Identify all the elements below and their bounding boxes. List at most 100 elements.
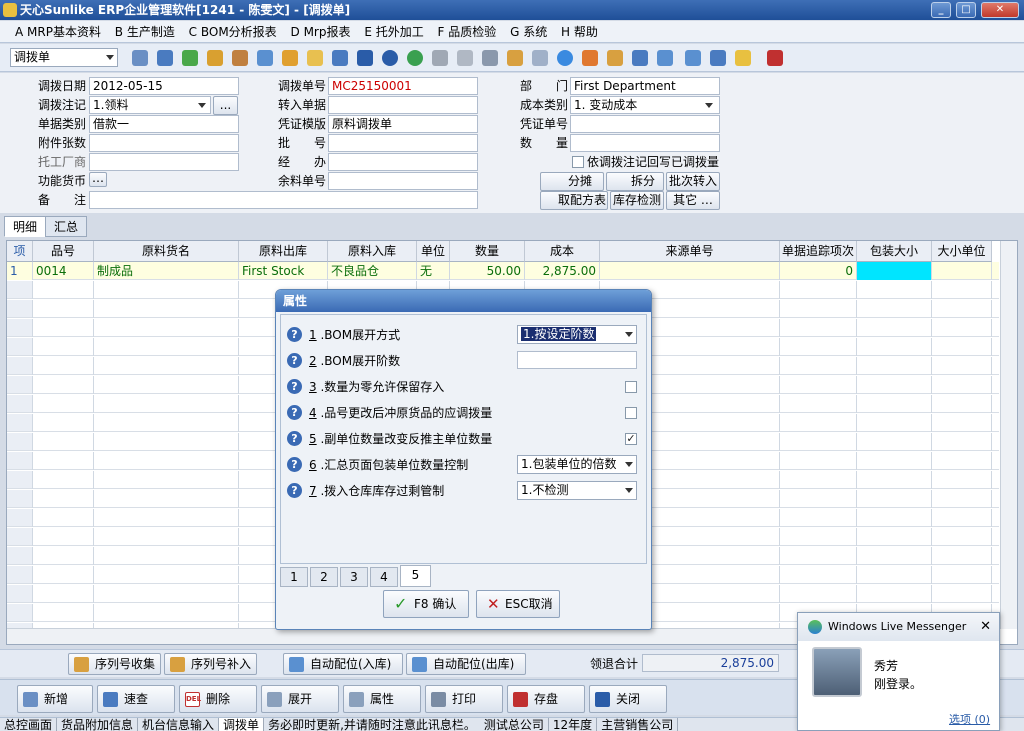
row-index-cell[interactable] (7, 433, 33, 451)
posting-browse-button[interactable]: ... (213, 96, 238, 115)
handler-field[interactable] (328, 153, 478, 171)
hierarchy-icon[interactable] (607, 50, 623, 66)
save-icon[interactable] (710, 50, 726, 66)
menu-system[interactable]: G 系统 (505, 21, 552, 43)
properties-button[interactable]: 属性 (343, 685, 421, 713)
posting-select[interactable]: 1.领料 (89, 96, 211, 114)
close-window-button[interactable]: ✕ (981, 2, 1019, 18)
confirm-button[interactable]: ✓ F8 确认 (383, 590, 469, 618)
voucher-no-field[interactable] (570, 115, 720, 133)
grid-icon[interactable] (482, 50, 498, 66)
help-icon[interactable] (382, 50, 398, 66)
cell-size-unit[interactable] (932, 262, 992, 280)
package-unit-control-select[interactable]: 1.包装单位的倍数 (517, 455, 637, 474)
menu-bom-report[interactable]: C BOM分析报表 (184, 21, 282, 43)
col-header-size-unit[interactable]: 大小单位 (932, 241, 992, 262)
row-index-cell[interactable] (7, 338, 33, 356)
col-header-out-warehouse[interactable]: 原料出库 (239, 241, 328, 262)
menu-mrp-basic[interactable]: A MRP基本资料 (10, 21, 106, 43)
status-machine-input[interactable]: 机台信息输入 (138, 718, 220, 731)
quantity-field[interactable] (570, 134, 720, 152)
other-button[interactable]: 其它 … (666, 191, 720, 210)
processor-field[interactable] (89, 153, 239, 171)
row-index-cell[interactable] (7, 357, 33, 375)
row-index-cell[interactable] (7, 300, 33, 318)
row-index-cell[interactable] (7, 281, 33, 299)
row-index-cell[interactable] (7, 547, 33, 565)
row-index-cell[interactable] (7, 376, 33, 394)
batch-field[interactable] (328, 134, 478, 152)
table-row[interactable]: 1 0014 制成品 First Stock 不良品仓 无 50.00 2,87… (7, 262, 999, 280)
flag-icon[interactable] (582, 50, 598, 66)
menu-quality[interactable]: F 品质检验 (433, 21, 502, 43)
batch-in-button[interactable]: 批次转入 (666, 172, 720, 191)
cell-quantity[interactable]: 50.00 (450, 262, 525, 280)
status-current-doc[interactable]: 调拨单 (219, 718, 265, 731)
house-icon[interactable] (257, 50, 273, 66)
dialog-page-5[interactable]: 5 (400, 565, 431, 587)
row-index-cell[interactable] (7, 395, 33, 413)
doc-category-field[interactable]: 借款一 (89, 115, 239, 133)
row-index-cell[interactable] (7, 528, 33, 546)
transfer-in-doc-field[interactable] (328, 96, 478, 114)
tab-summary[interactable]: 汇总 (45, 216, 88, 237)
cell-index[interactable]: 1 (7, 262, 33, 280)
vertical-scrollbar[interactable] (1000, 241, 1017, 629)
doc-type-select[interactable]: 调拨单 (10, 48, 118, 67)
row-index-cell[interactable] (7, 566, 33, 584)
dialog-page-3[interactable]: 3 (340, 567, 368, 587)
save-button[interactable]: 存盘 (507, 685, 585, 713)
monitor-icon[interactable] (157, 50, 173, 66)
col-header-material-name[interactable]: 原料货名 (94, 241, 239, 262)
cell-item-no[interactable]: 0014 (33, 262, 94, 280)
row-index-cell[interactable] (7, 604, 33, 622)
report-icon[interactable] (457, 50, 473, 66)
dollar-icon[interactable] (407, 50, 423, 66)
serial-collect-button[interactable]: 序列号收集 (68, 653, 161, 675)
status-item-info[interactable]: 货品附加信息 (57, 718, 139, 731)
users-icon[interactable] (282, 50, 298, 66)
cell-out-warehouse[interactable]: First Stock (239, 262, 328, 280)
window-icon[interactable] (685, 50, 701, 66)
row-index-cell[interactable] (7, 414, 33, 432)
phone-icon[interactable] (182, 50, 198, 66)
currency-browse-button[interactable]: … (89, 172, 107, 187)
briefcase-icon[interactable] (232, 50, 248, 66)
tab-detail[interactable]: 明细 (4, 216, 47, 237)
cell-package-size[interactable] (857, 262, 932, 280)
zero-qty-checkbox[interactable] (625, 381, 637, 393)
menu-production[interactable]: B 生产制造 (110, 21, 180, 43)
col-header-item-no[interactable]: 品号 (33, 241, 94, 262)
row-index-cell[interactable] (7, 319, 33, 337)
col-header-cost[interactable]: 成本 (525, 241, 600, 262)
options-link[interactable]: 选项 (0) (949, 711, 990, 727)
cell-material-name[interactable]: 制成品 (94, 262, 239, 280)
voucher-template-field[interactable]: 原料调拨单 (328, 115, 478, 133)
date-field[interactable]: 2012-05-15 (89, 77, 239, 95)
doc-no-field[interactable]: MC25150001 (328, 77, 478, 95)
tool-icon-1[interactable] (132, 50, 148, 66)
cost-type-select[interactable]: 1. 变动成本 (570, 96, 720, 114)
row-index-cell[interactable] (7, 452, 33, 470)
print-button[interactable]: 打印 (425, 685, 503, 713)
col-header-unit[interactable]: 单位 (417, 241, 450, 262)
dialog-page-4[interactable]: 4 (370, 567, 398, 587)
row-index-cell[interactable] (7, 490, 33, 508)
box-icon[interactable] (507, 50, 523, 66)
cell-in-warehouse[interactable]: 不良品仓 (328, 262, 417, 280)
copy-icon[interactable] (532, 50, 548, 66)
attachments-field[interactable] (89, 134, 239, 152)
status-main-menu[interactable]: 总控画面 (0, 718, 58, 731)
delete-button[interactable]: DEL 删除 (179, 685, 257, 713)
col-header-source-no[interactable]: 来源单号 (600, 241, 780, 262)
exit-icon[interactable] (767, 50, 783, 66)
col-header-quantity[interactable]: 数量 (450, 241, 525, 262)
home-icon[interactable] (207, 50, 223, 66)
overstock-control-select[interactable]: 1.不检测 (517, 481, 637, 500)
key-icon[interactable] (357, 50, 373, 66)
bom-expand-mode-select[interactable]: 1.按设定阶数 (517, 325, 637, 344)
document-icon[interactable] (332, 50, 348, 66)
stock-check-button[interactable]: 库存检测 (610, 191, 664, 210)
maximize-button[interactable]: □ (956, 2, 976, 18)
cart-icon[interactable] (432, 50, 448, 66)
